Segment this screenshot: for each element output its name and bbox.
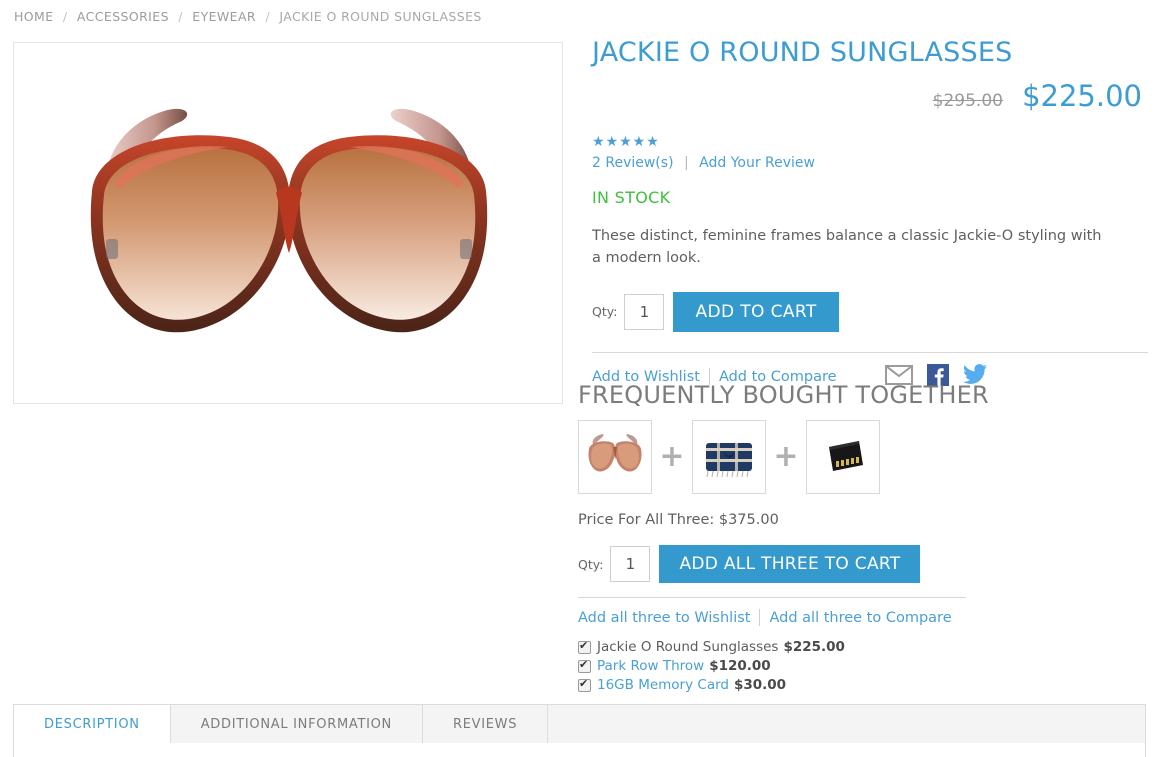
price-row: $295.00 $225.00: [592, 79, 1148, 113]
item-price: $120.00: [709, 658, 771, 674]
add-review-link[interactable]: Add Your Review: [699, 155, 815, 171]
memory-card-thumbnail[interactable]: [806, 420, 880, 494]
reviews-count-link[interactable]: 2 Review(s): [592, 155, 674, 171]
product-image-gallery[interactable]: [13, 42, 563, 404]
breadcrumb-item-current: JACKIE O ROUND SUNGLASSES: [279, 9, 482, 24]
breadcrumb: HOME / ACCESSORIES / EYEWEAR / JACKIE O …: [14, 9, 482, 24]
old-price: $295.00: [932, 90, 1003, 111]
tab-additional-information[interactable]: ADDITIONAL INFORMATION: [171, 705, 423, 744]
item-price: $225.00: [783, 639, 845, 655]
add-all-to-compare-link[interactable]: Add all three to Compare: [769, 610, 951, 626]
divider: [578, 597, 966, 598]
qty-label: Qty:: [592, 304, 618, 320]
product-info-panel: JACKIE O ROUND SUNGLASSES $295.00 $225.0…: [592, 38, 1148, 390]
fbt-add-row: Qty: ADD ALL THREE TO CART: [578, 545, 1158, 583]
rating: ★★★★★ 2 Review(s) | Add Your Review: [592, 133, 1148, 170]
fbt-heading: FREQUENTLY BOUGHT TOGETHER: [578, 381, 989, 409]
fbt-total-price: Price For All Three: $375.00: [578, 512, 779, 528]
divider: [592, 351, 1148, 353]
plus-separator: +: [773, 439, 799, 474]
breadcrumb-separator: /: [265, 9, 271, 24]
short-description: These distinct, feminine frames balance …: [592, 227, 1102, 267]
review-links: 2 Review(s) | Add Your Review: [592, 156, 1148, 170]
breadcrumb-item-eyewear[interactable]: EYEWEAR: [192, 9, 256, 24]
plus-separator: +: [659, 439, 685, 474]
product-image: [14, 43, 562, 403]
add-to-cart-button[interactable]: ADD TO CART: [673, 291, 839, 332]
frequently-bought-together: FREQUENTLY BOUGHT TOGETHER + + Price For…: [578, 381, 1158, 696]
fbt-qty-label: Qty:: [578, 556, 604, 572]
item-checkbox[interactable]: [578, 677, 591, 692]
add-to-cart-row: Qty: ADD TO CART: [592, 291, 1148, 332]
status-badge: IN STOCK: [592, 187, 671, 207]
fbt-thumbnails: + +: [578, 420, 1158, 494]
tab-panel: [13, 743, 1146, 757]
sunglasses-thumbnail[interactable]: [578, 420, 652, 494]
breadcrumb-separator: /: [62, 9, 68, 24]
add-all-to-wishlist-link[interactable]: Add all three to Wishlist: [578, 610, 750, 626]
page-title: JACKIE O ROUND SUNGLASSES: [592, 37, 1013, 68]
quantity-input[interactable]: [624, 293, 665, 330]
item-price: $30.00: [733, 677, 787, 693]
fbt-quantity-input[interactable]: [610, 546, 651, 582]
review-link-separator: |: [683, 154, 689, 171]
item-name[interactable]: 16GB Memory Card: [597, 677, 729, 693]
fbt-item-list: Jackie O Round Sunglasses $225.00 Park R…: [578, 639, 1158, 693]
throw-thumbnail[interactable]: [692, 420, 766, 494]
item-name: Jackie O Round Sunglasses: [597, 639, 779, 655]
list-item: 16GB Memory Card $30.00: [578, 677, 1158, 693]
item-checkbox[interactable]: [578, 658, 591, 673]
breadcrumb-item-accessories[interactable]: ACCESSORIES: [77, 9, 169, 24]
tab-description[interactable]: DESCRIPTION: [14, 705, 171, 745]
breadcrumb-separator: /: [178, 9, 183, 24]
current-price: $225.00: [1022, 78, 1142, 113]
item-checkbox[interactable]: [578, 639, 591, 654]
fbt-actions-row: Add all three to Wishlist Add all three …: [578, 609, 1158, 626]
rating-stars: ★★★★★: [592, 133, 660, 150]
list-item: Jackie O Round Sunglasses $225.00: [578, 639, 1158, 655]
item-name[interactable]: Park Row Throw: [597, 658, 704, 674]
action-separator: [759, 609, 761, 626]
product-page: HOME / ACCESSORIES / EYEWEAR / JACKIE O …: [0, 0, 1158, 757]
list-item: Park Row Throw $120.00: [578, 658, 1158, 674]
breadcrumb-item-home[interactable]: HOME: [14, 9, 54, 24]
add-all-three-to-cart-button[interactable]: ADD ALL THREE TO CART: [659, 545, 921, 583]
tab-reviews[interactable]: REVIEWS: [423, 705, 549, 744]
